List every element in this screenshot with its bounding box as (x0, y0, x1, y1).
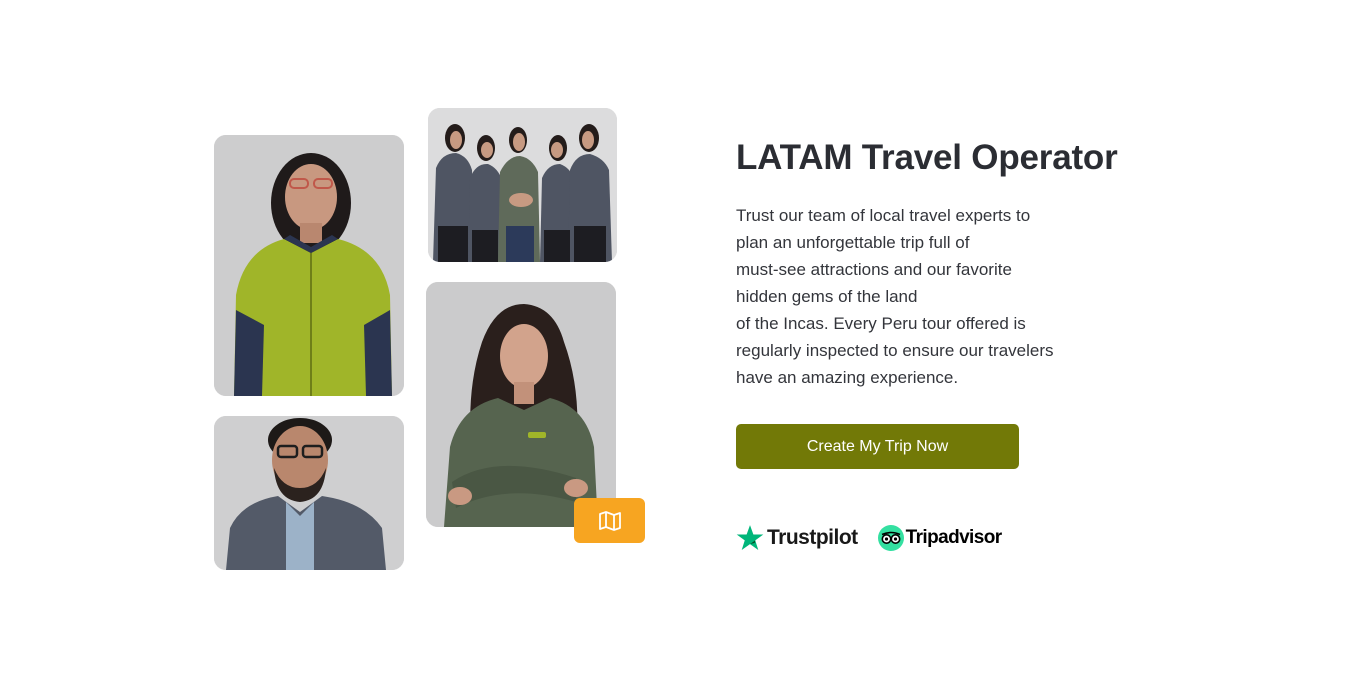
photo-man-glasses (214, 416, 404, 570)
review-badges: Trustpilot Tripadvisor (736, 520, 1002, 556)
description-line: must-see attractions and our favorite (736, 260, 1012, 279)
section-title: LATAM Travel Operator (736, 138, 1118, 177)
trustpilot-logo[interactable]: Trustpilot (736, 524, 858, 552)
tripadvisor-owl-icon (877, 525, 904, 551)
description-line: hidden gems of the land (736, 287, 918, 306)
section-description: Trust our team of local travel experts t… (736, 202, 1096, 391)
tripadvisor-label: Tripadvisor (905, 527, 1002, 548)
description-line: regularly inspected to ensure our travel… (736, 341, 1054, 360)
photo-team-group (428, 108, 617, 262)
description-line: Trust our team of local travel experts t… (736, 206, 1031, 225)
photo-woman-green-jacket (214, 135, 404, 396)
person-photo-woman-gray (426, 282, 616, 527)
tripadvisor-logo[interactable]: Tripadvisor (877, 525, 1002, 551)
photo-woman-gray-shirt (426, 282, 616, 527)
map-icon (598, 510, 621, 531)
description-line: of the Incas. Every Peru tour offered is (736, 314, 1026, 333)
description-line: have an amazing experience. (736, 368, 959, 387)
person-photo-woman-green (214, 135, 404, 396)
trustpilot-star-icon (736, 525, 764, 551)
trustpilot-label: Trustpilot (767, 526, 858, 549)
team-photo (428, 108, 617, 262)
description-line: plan an unforgettable trip full of (736, 233, 970, 252)
person-photo-man (214, 416, 404, 570)
create-trip-button[interactable]: Create My Trip Now (736, 424, 1019, 469)
map-badge[interactable] (574, 498, 645, 543)
